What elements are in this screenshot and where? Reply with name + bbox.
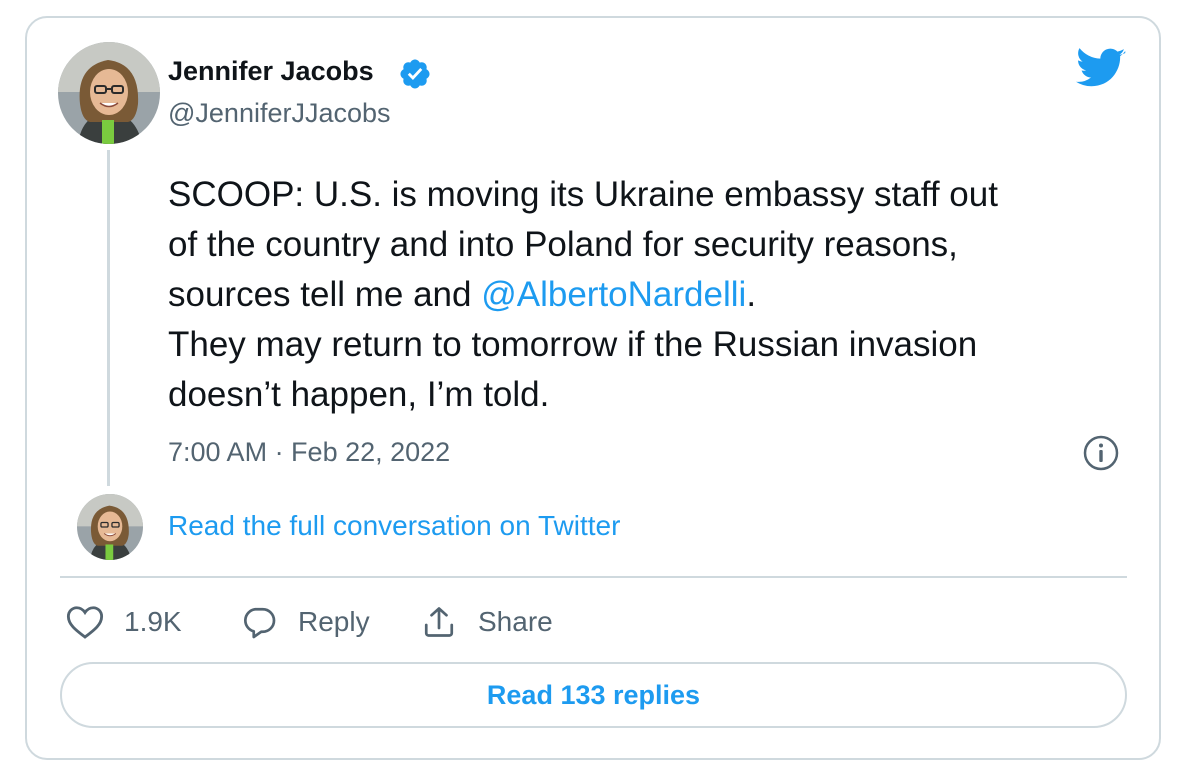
heart-icon [66, 606, 104, 639]
avatar-photo-icon [58, 42, 160, 144]
divider [60, 576, 1127, 578]
verified-badge-icon [400, 59, 430, 89]
reply-bubble-icon [244, 607, 276, 639]
share-label: Share [478, 606, 553, 637]
tweet-text-line: of the country and into Poland for secur… [168, 225, 958, 264]
tweet-text: SCOOP: U.S. is moving its Ukraine embass… [168, 170, 1158, 420]
info-icon[interactable] [1082, 434, 1120, 472]
tweet-text-line: sources tell me and @AlbertoNardelli. [168, 270, 1158, 320]
share-icon [424, 607, 454, 637]
tweet-timestamp[interactable]: 7:00 AM · Feb 22, 2022 [168, 437, 450, 468]
tweet-text-line: They may return to tomorrow if the Russi… [168, 325, 978, 364]
tweet-text-line: doesn’t happen, I’m told. [168, 375, 550, 414]
share-button[interactable]: Share [420, 602, 553, 642]
tweet-text-segment: sources tell me and [168, 275, 482, 314]
read-replies-button[interactable]: Read 133 replies [60, 662, 1127, 728]
tweet-text-line: SCOOP: U.S. is moving its Ukraine embass… [168, 175, 998, 214]
reply-button[interactable]: Reply [240, 602, 370, 642]
like-button[interactable]: 1.9K [66, 602, 182, 642]
author-handle[interactable]: @JenniferJJacobs [168, 98, 391, 129]
mention-link[interactable]: @AlbertoNardelli [481, 275, 746, 314]
twitter-bird-icon[interactable] [1076, 48, 1126, 90]
read-replies-label: Read 133 replies [486, 679, 701, 710]
like-count: 1.9K [124, 606, 182, 637]
tweet-text-segment: . [746, 275, 757, 314]
thread-line [107, 150, 110, 486]
author-display-name[interactable]: Jennifer Jacobs [168, 56, 374, 87]
reply-label: Reply [298, 606, 370, 637]
read-conversation-link[interactable]: Read the full conversation on Twitter [168, 510, 620, 542]
conversation-avatar[interactable] [77, 494, 143, 560]
avatar-photo-icon [77, 494, 143, 560]
author-avatar[interactable] [58, 42, 160, 144]
